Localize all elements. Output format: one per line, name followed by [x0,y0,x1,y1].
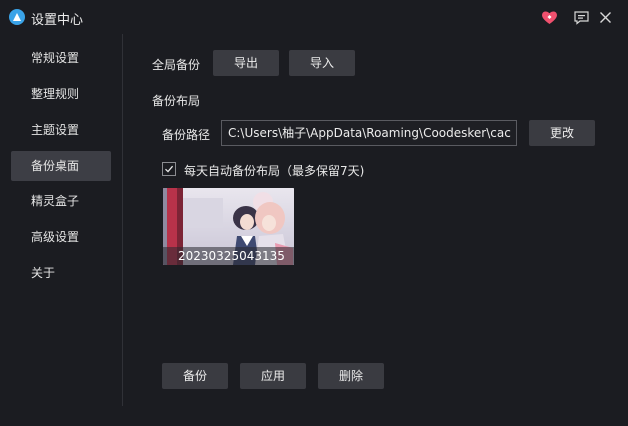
backup-button[interactable]: 备份 [162,363,228,389]
apply-button[interactable]: 应用 [240,363,306,389]
import-button[interactable]: 导入 [289,50,355,76]
export-button[interactable]: 导出 [213,50,279,76]
sidebar: 常规设置 整理规则 主题设置 备份桌面 精灵盒子 高级设置 关于 [0,34,123,406]
window-title: 设置中心 [31,13,84,28]
title-bar: 设置中心 [0,0,628,34]
heart-icon[interactable] [541,9,558,26]
backup-path-field[interactable]: C:\Users\柚子\AppData\Roaming\Coodesker\ca… [221,120,517,146]
backup-snapshot-thumbnail[interactable]: 20230325043135 [163,188,294,265]
snapshot-name: 20230325043135 [163,247,294,265]
sidebar-item-general[interactable]: 常规设置 [11,43,111,73]
sidebar-item-backup[interactable]: 备份桌面 [11,151,111,181]
sidebar-item-about[interactable]: 关于 [11,258,111,288]
layout-backup-heading: 备份布局 [152,94,201,108]
auto-backup-label[interactable]: 每天自动备份布局（最多保留7天) [184,162,364,179]
sidebar-item-rules[interactable]: 整理规则 [11,79,111,109]
check-icon [165,165,174,173]
feedback-icon[interactable] [573,9,590,26]
backup-path-label: 备份路径 [162,128,211,142]
sidebar-item-sprite-box[interactable]: 精灵盒子 [11,186,111,216]
close-icon[interactable] [597,9,614,26]
app-logo-icon [9,9,25,25]
auto-backup-checkbox[interactable] [162,162,176,176]
change-path-button[interactable]: 更改 [529,120,595,146]
sidebar-item-theme[interactable]: 主题设置 [11,115,111,145]
delete-button[interactable]: 删除 [318,363,384,389]
sidebar-item-advanced[interactable]: 高级设置 [11,222,111,252]
global-backup-label: 全局备份 [152,58,201,72]
